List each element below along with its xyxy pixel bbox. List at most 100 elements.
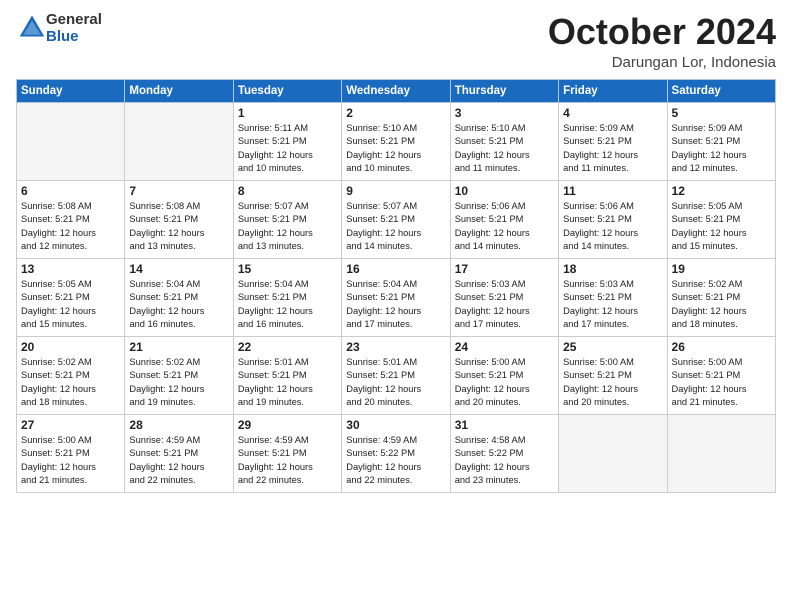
calendar-cell (559, 414, 667, 492)
day-number: 14 (129, 262, 228, 276)
calendar-cell: 3Sunrise: 5:10 AMSunset: 5:21 PMDaylight… (450, 102, 558, 180)
day-number: 1 (238, 106, 337, 120)
day-info: Sunrise: 5:05 AMSunset: 5:21 PMDaylight:… (672, 200, 771, 254)
day-number: 11 (563, 184, 662, 198)
day-info: Sunrise: 5:07 AMSunset: 5:21 PMDaylight:… (238, 200, 337, 254)
day-info: Sunrise: 5:00 AMSunset: 5:21 PMDaylight:… (563, 356, 662, 410)
calendar-cell: 5 Sunrise: 5:09 AMSunset: 5:21 PMDaylight… (667, 102, 775, 180)
calendar-cell: 15Sunrise: 5:04 AMSunset: 5:21 PMDayligh… (233, 258, 341, 336)
day-info: Sunrise: 5:04 AMSunset: 5:21 PMDaylight:… (346, 278, 445, 332)
day-number: 10 (455, 184, 554, 198)
weekday-header-saturday: Saturday (667, 79, 775, 102)
weekday-header-tuesday: Tuesday (233, 79, 341, 102)
calendar-cell (667, 414, 775, 492)
calendar-week-4: 20 Sunrise: 5:02 AMSunset: 5:21 PMDayligh… (17, 336, 776, 414)
calendar-cell: 21 Sunrise: 5:02 AMSunset: 5:21 PMDayligh… (125, 336, 233, 414)
day-info: Sunrise: 4:59 AMSunset: 5:21 PMDaylight:… (129, 434, 228, 488)
day-info: Sunrise: 4:58 AMSunset: 5:22 PMDaylight:… (455, 434, 554, 488)
header: General Blue October 2024 Darungan Lor, … (16, 12, 776, 71)
day-number: 6 (21, 184, 120, 198)
calendar-cell: 28 Sunrise: 4:59 AMSunset: 5:21 PMDayligh… (125, 414, 233, 492)
logo-text: General Blue (46, 12, 102, 45)
calendar-cell: 14 Sunrise: 5:04 AMSunset: 5:21 PMDayligh… (125, 258, 233, 336)
calendar-cell: 20 Sunrise: 5:02 AMSunset: 5:21 PMDayligh… (17, 336, 125, 414)
day-number: 23 (346, 340, 445, 354)
calendar-cell: 6 Sunrise: 5:08 AMSunset: 5:21 PMDaylight… (17, 180, 125, 258)
day-number: 2 (346, 106, 445, 120)
weekday-row: SundayMondayTuesdayWednesdayThursdayFrid… (17, 79, 776, 102)
calendar-cell: 26 Sunrise: 5:00 AMSunset: 5:21 PMDayligh… (667, 336, 775, 414)
day-number: 27 (21, 418, 120, 432)
day-info: Sunrise: 5:02 AMSunset: 5:21 PMDaylight:… (129, 356, 228, 410)
calendar-cell: 13Sunrise: 5:05 AMSunset: 5:21 PMDayligh… (17, 258, 125, 336)
day-number: 3 (455, 106, 554, 120)
day-number: 22 (238, 340, 337, 354)
calendar-week-5: 27Sunrise: 5:00 AMSunset: 5:21 PMDayligh… (17, 414, 776, 492)
calendar-week-2: 6 Sunrise: 5:08 AMSunset: 5:21 PMDaylight… (17, 180, 776, 258)
calendar-body: 1 Sunrise: 5:11 AMSunset: 5:21 PMDaylight… (17, 102, 776, 492)
logo: General Blue (16, 12, 102, 45)
day-info: Sunrise: 5:02 AMSunset: 5:21 PMDaylight:… (672, 278, 771, 332)
day-info: Sunrise: 5:08 AMSunset: 5:21 PMDaylight:… (21, 200, 120, 254)
calendar-cell: 23 Sunrise: 5:01 AMSunset: 5:21 PMDayligh… (342, 336, 450, 414)
month-title: October 2024 (548, 12, 776, 52)
calendar-cell (17, 102, 125, 180)
calendar-cell: 17Sunrise: 5:03 AMSunset: 5:21 PMDayligh… (450, 258, 558, 336)
calendar-cell: 16 Sunrise: 5:04 AMSunset: 5:21 PMDayligh… (342, 258, 450, 336)
calendar-cell: 12 Sunrise: 5:05 AMSunset: 5:21 PMDayligh… (667, 180, 775, 258)
weekday-header-wednesday: Wednesday (342, 79, 450, 102)
location-subtitle: Darungan Lor, Indonesia (548, 54, 776, 71)
logo-icon (18, 12, 46, 40)
day-info: Sunrise: 5:11 AMSunset: 5:21 PMDaylight:… (238, 122, 337, 176)
day-info: Sunrise: 5:00 AMSunset: 5:21 PMDaylight:… (672, 356, 771, 410)
day-number: 9 (346, 184, 445, 198)
weekday-header-monday: Monday (125, 79, 233, 102)
day-number: 5 (672, 106, 771, 120)
calendar-table: SundayMondayTuesdayWednesdayThursdayFrid… (16, 79, 776, 493)
calendar-cell: 31Sunrise: 4:58 AMSunset: 5:22 PMDayligh… (450, 414, 558, 492)
calendar-cell: 4Sunrise: 5:09 AMSunset: 5:21 PMDaylight… (559, 102, 667, 180)
day-number: 12 (672, 184, 771, 198)
calendar-cell (125, 102, 233, 180)
day-number: 4 (563, 106, 662, 120)
day-number: 28 (129, 418, 228, 432)
calendar-cell: 11 Sunrise: 5:06 AMSunset: 5:21 PMDayligh… (559, 180, 667, 258)
day-info: Sunrise: 4:59 AMSunset: 5:22 PMDaylight:… (346, 434, 445, 488)
day-info: Sunrise: 5:10 AMSunset: 5:21 PMDaylight:… (346, 122, 445, 176)
calendar-cell: 18Sunrise: 5:03 AMSunset: 5:21 PMDayligh… (559, 258, 667, 336)
weekday-header-friday: Friday (559, 79, 667, 102)
calendar-cell: 30Sunrise: 4:59 AMSunset: 5:22 PMDayligh… (342, 414, 450, 492)
day-info: Sunrise: 5:07 AMSunset: 5:21 PMDaylight:… (346, 200, 445, 254)
day-number: 26 (672, 340, 771, 354)
day-number: 25 (563, 340, 662, 354)
title-block: October 2024 Darungan Lor, Indonesia (548, 12, 776, 71)
calendar-cell: 10 Sunrise: 5:06 AMSunset: 5:21 PMDayligh… (450, 180, 558, 258)
day-number: 21 (129, 340, 228, 354)
day-info: Sunrise: 5:01 AMSunset: 5:21 PMDaylight:… (346, 356, 445, 410)
calendar-cell: 1 Sunrise: 5:11 AMSunset: 5:21 PMDaylight… (233, 102, 341, 180)
calendar-week-1: 1 Sunrise: 5:11 AMSunset: 5:21 PMDaylight… (17, 102, 776, 180)
calendar-cell: 25 Sunrise: 5:00 AMSunset: 5:21 PMDayligh… (559, 336, 667, 414)
day-info: Sunrise: 5:08 AMSunset: 5:21 PMDaylight:… (129, 200, 228, 254)
day-number: 7 (129, 184, 228, 198)
day-info: Sunrise: 5:06 AMSunset: 5:21 PMDaylight:… (455, 200, 554, 254)
day-number: 16 (346, 262, 445, 276)
calendar-cell: 24Sunrise: 5:00 AMSunset: 5:21 PMDayligh… (450, 336, 558, 414)
day-info: Sunrise: 5:09 AMSunset: 5:21 PMDaylight:… (672, 122, 771, 176)
day-number: 17 (455, 262, 554, 276)
day-info: Sunrise: 5:06 AMSunset: 5:21 PMDaylight:… (563, 200, 662, 254)
calendar-cell: 8 Sunrise: 5:07 AMSunset: 5:21 PMDaylight… (233, 180, 341, 258)
calendar-cell: 22 Sunrise: 5:01 AMSunset: 5:21 PMDayligh… (233, 336, 341, 414)
day-number: 18 (563, 262, 662, 276)
day-info: Sunrise: 5:00 AMSunset: 5:21 PMDaylight:… (455, 356, 554, 410)
logo-blue: Blue (46, 29, 102, 46)
calendar-cell: 27Sunrise: 5:00 AMSunset: 5:21 PMDayligh… (17, 414, 125, 492)
day-info: Sunrise: 5:02 AMSunset: 5:21 PMDaylight:… (21, 356, 120, 410)
day-number: 13 (21, 262, 120, 276)
day-number: 20 (21, 340, 120, 354)
day-number: 8 (238, 184, 337, 198)
day-info: Sunrise: 5:04 AMSunset: 5:21 PMDaylight:… (129, 278, 228, 332)
page-container: General Blue October 2024 Darungan Lor, … (0, 0, 792, 501)
calendar-cell: 29Sunrise: 4:59 AMSunset: 5:21 PMDayligh… (233, 414, 341, 492)
day-info: Sunrise: 5:01 AMSunset: 5:21 PMDaylight:… (238, 356, 337, 410)
